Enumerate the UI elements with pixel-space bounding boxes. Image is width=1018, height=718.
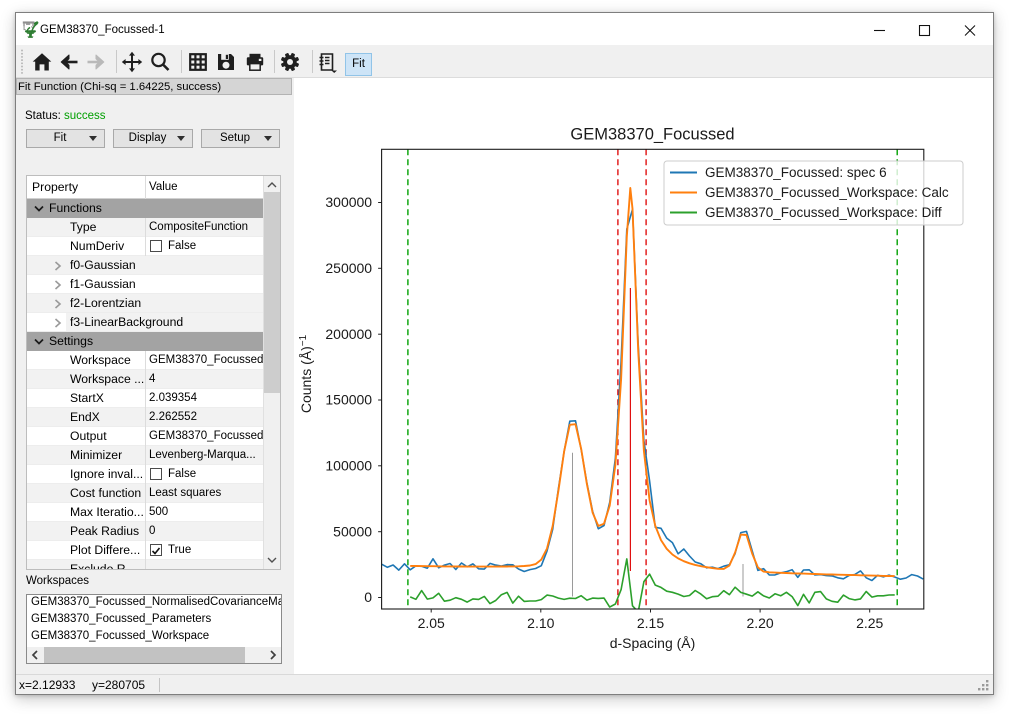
svg-text:GEM38370_Focussed: GEM38370_Focussed [570,126,734,144]
svg-text:100000: 100000 [325,458,372,474]
svg-text:150000: 150000 [325,392,372,408]
svg-text:300000: 300000 [325,194,372,210]
svg-text:GEM38370_Focussed: spec 6: GEM38370_Focussed: spec 6 [705,165,887,180]
svg-text:2.20: 2.20 [746,615,773,631]
svg-text:2.10: 2.10 [527,615,554,631]
svg-text:250000: 250000 [325,260,372,276]
svg-text:200000: 200000 [325,326,372,342]
svg-text:2.25: 2.25 [856,615,883,631]
svg-text:GEM38370_Focussed_Workspace: C: GEM38370_Focussed_Workspace: Calc [705,185,949,200]
svg-text:0: 0 [364,589,372,605]
svg-text:GEM38370_Focussed_Workspace: D: GEM38370_Focussed_Workspace: Diff [705,205,942,220]
svg-text:2.05: 2.05 [418,615,445,631]
svg-text:d-Spacing (Å): d-Spacing (Å) [610,635,696,651]
svg-text:2.15: 2.15 [637,615,664,631]
svg-text:50000: 50000 [333,523,372,539]
svg-text:Counts (Å)−1: Counts (Å)−1 [298,334,314,413]
